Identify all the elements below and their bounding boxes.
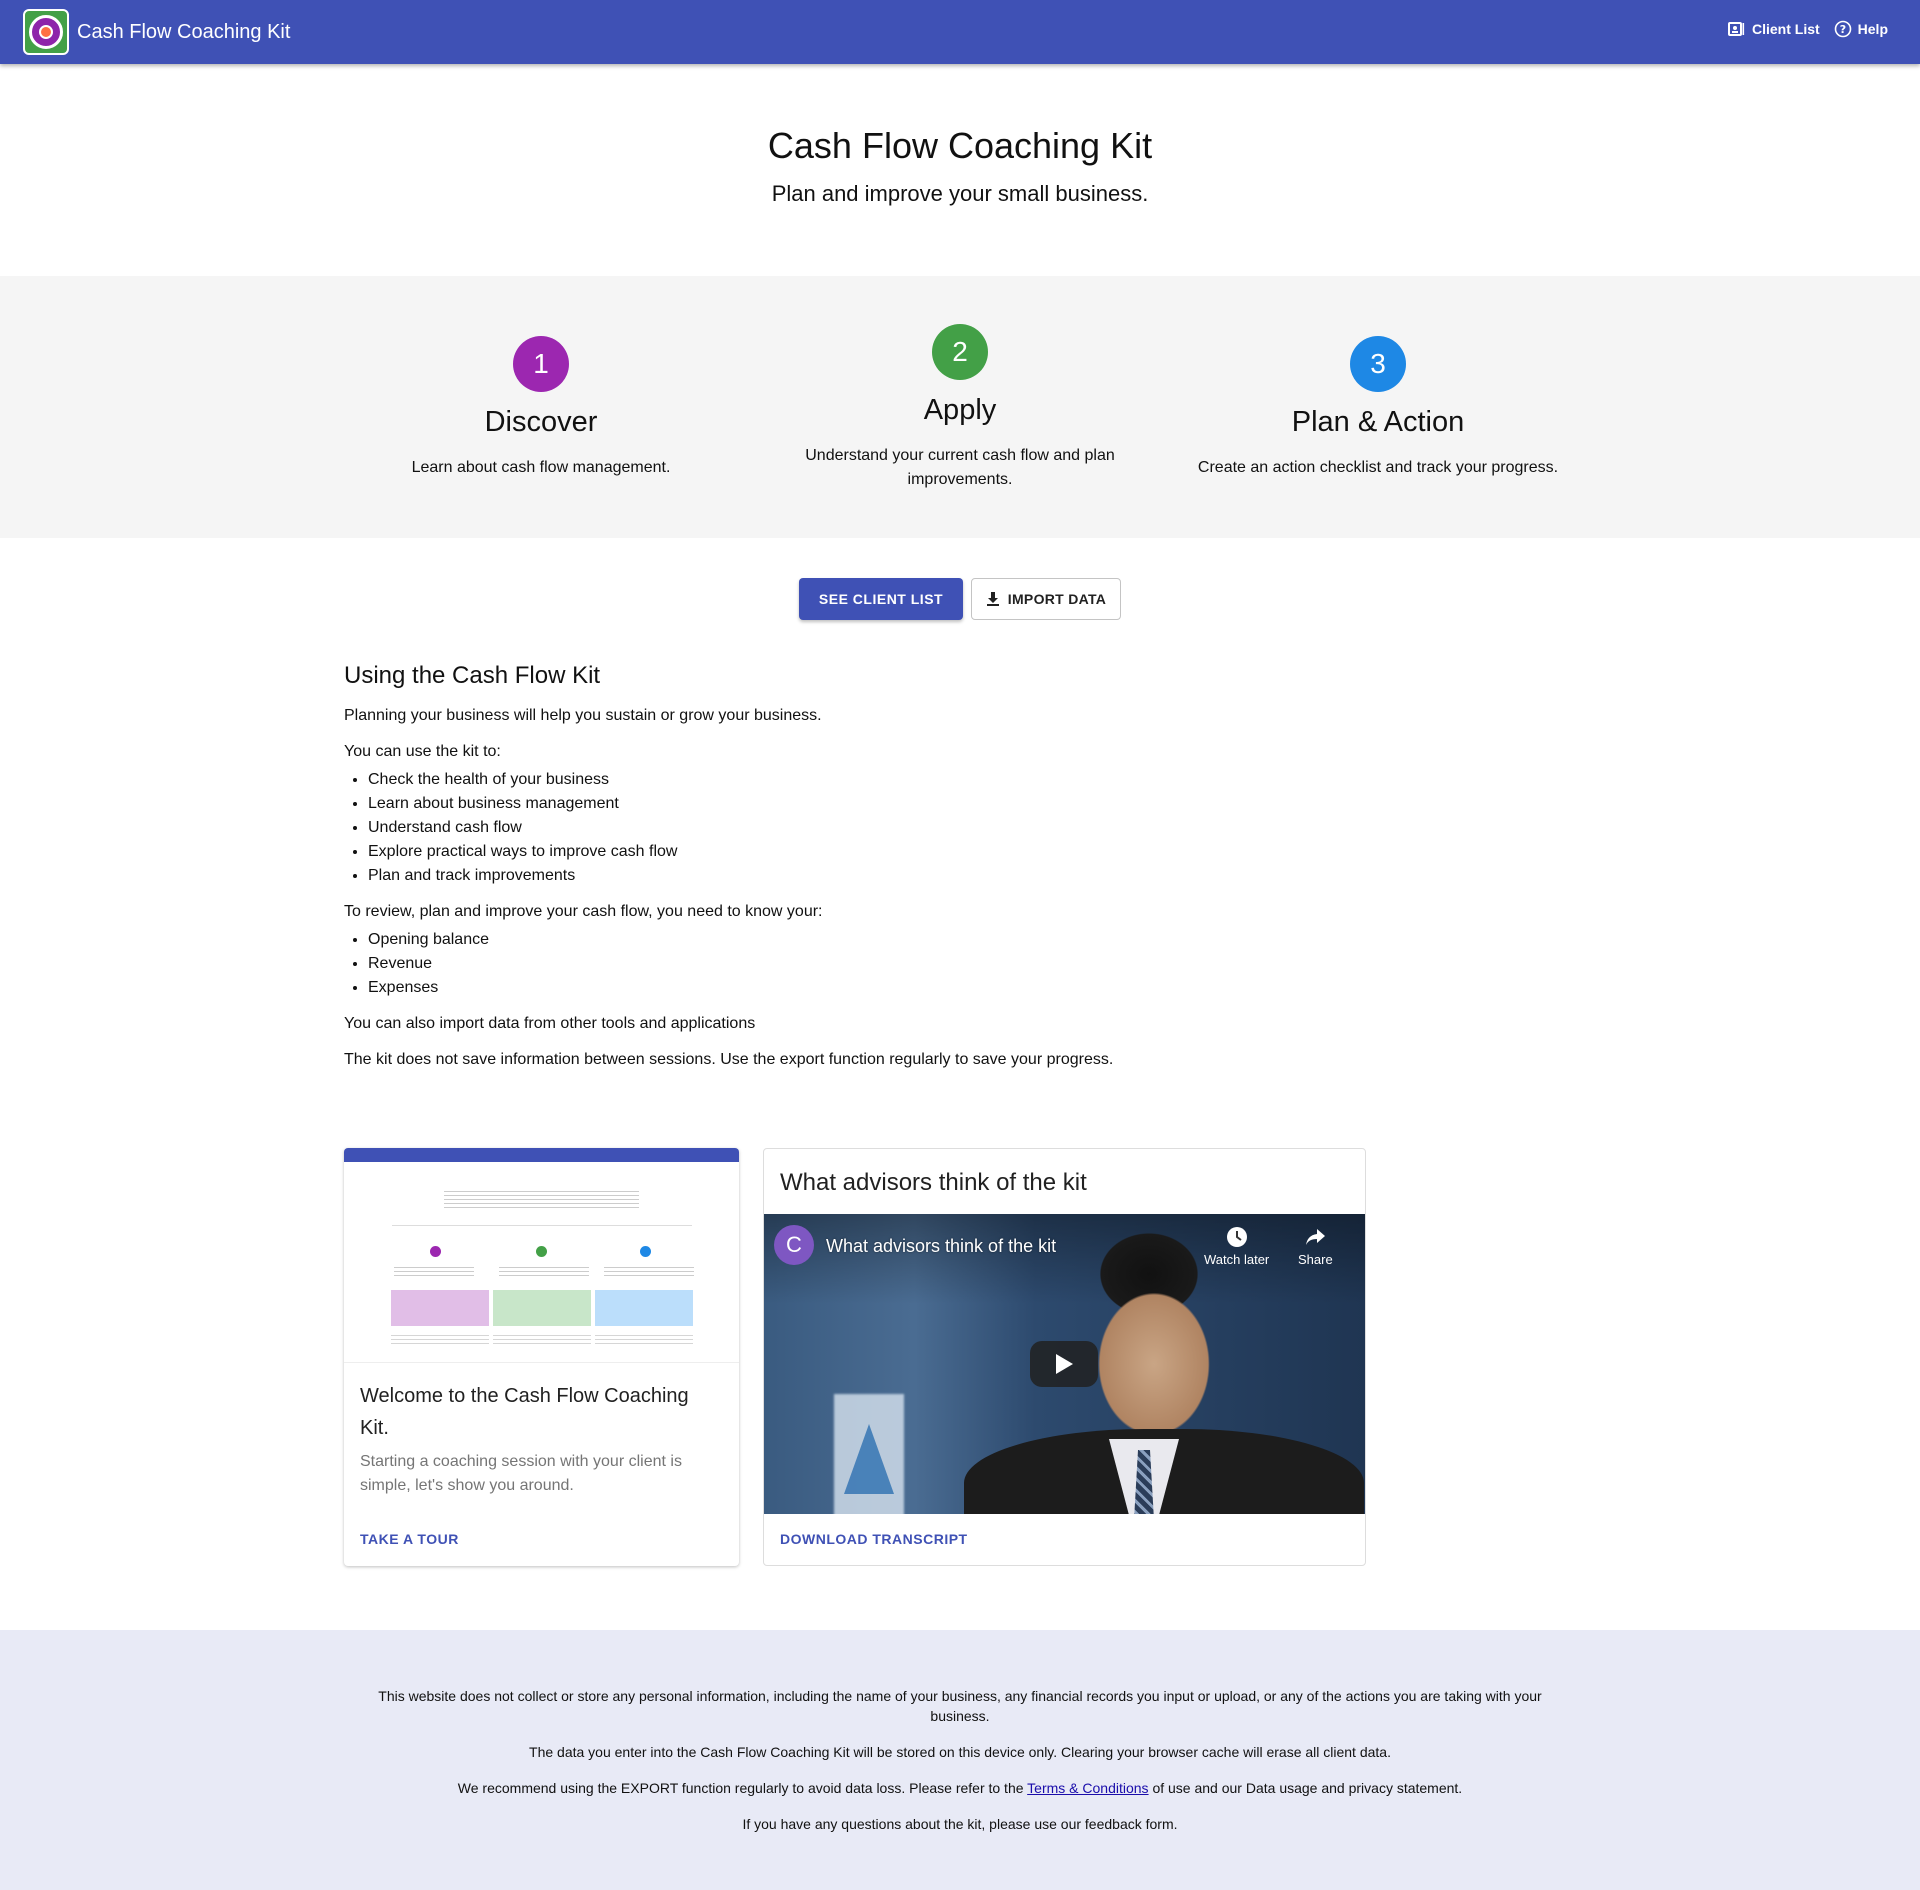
channel-avatar[interactable]: C <box>774 1225 814 1265</box>
help-link[interactable]: ? Help <box>1834 20 1888 38</box>
import-data-button[interactable]: IMPORT DATA <box>971 578 1121 620</box>
step-title: Plan & Action <box>1291 406 1465 438</box>
tour-card-heading: Welcome to the Cash Flow Coaching Kit. <box>360 1385 689 1439</box>
needs-list: Opening balance Revenue Expenses <box>368 928 1364 1000</box>
feedback-notice: If you have any questions about the kit,… <box>742 1816 1178 1832</box>
page-title: Cash Flow Coaching Kit <box>767 125 1153 166</box>
import-data-label: IMPORT DATA <box>1007 591 1107 607</box>
video-title[interactable]: What advisors think of the kit <box>826 1235 1056 1257</box>
svg-text:?: ? <box>1839 23 1845 36</box>
step-number-badge: 1 <box>513 336 569 392</box>
list-item: Expenses <box>368 976 1364 1000</box>
download-transcript-button[interactable]: DOWNLOAD TRANSCRIPT <box>780 1531 968 1547</box>
page-subtitle: Plan and improve your small business. <box>771 181 1149 206</box>
see-client-list-button[interactable]: SEE CLIENT LIST <box>799 578 963 620</box>
contacts-icon <box>1727 22 1745 36</box>
play-button[interactable] <box>1030 1341 1098 1387</box>
help-label: Help <box>1857 21 1888 37</box>
footer-text: This website does not collect or store a… <box>360 1686 1560 1850</box>
list-item: Explore practical ways to improve cash f… <box>368 840 1364 864</box>
client-list-link[interactable]: Client List <box>1727 21 1820 37</box>
app-logo-icon[interactable] <box>23 9 69 55</box>
step-number-badge: 3 <box>1350 336 1406 392</box>
video-card: What advisors think of the kit C What ad… <box>763 1148 1366 1566</box>
tour-card: Welcome to the Cash Flow Coaching Kit. S… <box>344 1148 739 1566</box>
step-plan-action: 3 Plan & Action Create an action checkli… <box>1168 336 1588 480</box>
list-item: Learn about business management <box>368 792 1364 816</box>
download-icon <box>986 592 999 606</box>
step-title: Discover <box>484 406 598 438</box>
section-heading: Using the Cash Flow Kit <box>344 662 601 689</box>
clock-icon <box>1226 1227 1247 1247</box>
export-notice: We recommend using the EXPORT function r… <box>457 1780 1463 1796</box>
app-bar: Cash Flow Coaching Kit Client List ? Hel… <box>0 0 1920 64</box>
list-item: Understand cash flow <box>368 816 1364 840</box>
list-item: Revenue <box>368 952 1364 976</box>
storage-notice: The data you enter into the Cash Flow Co… <box>529 1744 1391 1760</box>
import-note: You can also import data from other tool… <box>344 1015 756 1032</box>
use-label: You can use the kit to: <box>344 743 501 760</box>
terms-conditions-link[interactable]: Terms & Conditions <box>1027 1780 1148 1796</box>
kit-preview-thumbnail <box>344 1148 739 1363</box>
need-label: To review, plan and improve your cash fl… <box>344 903 823 920</box>
client-list-label: Client List <box>1751 21 1820 37</box>
share-label: Share <box>1298 1252 1333 1267</box>
uses-list: Check the health of your business Learn … <box>368 768 1364 888</box>
step-discover: 1 Discover Learn about cash flow managem… <box>331 336 751 480</box>
watch-later-button[interactable]: Watch later <box>1204 1226 1269 1267</box>
steps-section: 1 Discover Learn about cash flow managem… <box>0 276 1920 538</box>
step-apply: 2 Apply Understand your current cash flo… <box>750 324 1170 492</box>
step-number-badge: 2 <box>932 324 988 380</box>
step-title: Apply <box>923 394 997 426</box>
app-title[interactable]: Cash Flow Coaching Kit <box>77 19 290 45</box>
top-nav: Client List ? Help <box>1727 20 1888 38</box>
share-button[interactable]: Share <box>1298 1226 1333 1267</box>
list-item: Check the health of your business <box>368 768 1364 792</box>
help-circle-icon: ? <box>1834 20 1851 38</box>
list-item: Opening balance <box>368 928 1364 952</box>
share-arrow-icon <box>1306 1229 1326 1245</box>
intro-text: Planning your business will help you sus… <box>344 707 822 724</box>
save-note: The kit does not save information betwee… <box>344 1051 1114 1068</box>
step-description: Understand your current cash flow and pl… <box>805 447 1115 488</box>
play-icon <box>1056 1354 1073 1374</box>
list-item: Plan and track improvements <box>368 864 1364 888</box>
video-player[interactable]: C What advisors think of the kit Watch l… <box>764 1214 1365 1514</box>
step-description: Create an action checklist and track you… <box>1197 459 1559 476</box>
footer: This website does not collect or store a… <box>0 1630 1920 1890</box>
privacy-notice: This website does not collect or store a… <box>378 1688 1542 1724</box>
tour-card-body: Starting a coaching session with your cl… <box>360 1453 682 1494</box>
take-a-tour-button[interactable]: TAKE A TOUR <box>360 1531 459 1547</box>
video-card-heading: What advisors think of the kit <box>780 1169 1087 1196</box>
kit-usage-section: Using the Cash Flow Kit Planning your bu… <box>344 660 1364 1084</box>
watch-later-label: Watch later <box>1204 1252 1270 1267</box>
step-description: Learn about cash flow management. <box>411 459 671 476</box>
